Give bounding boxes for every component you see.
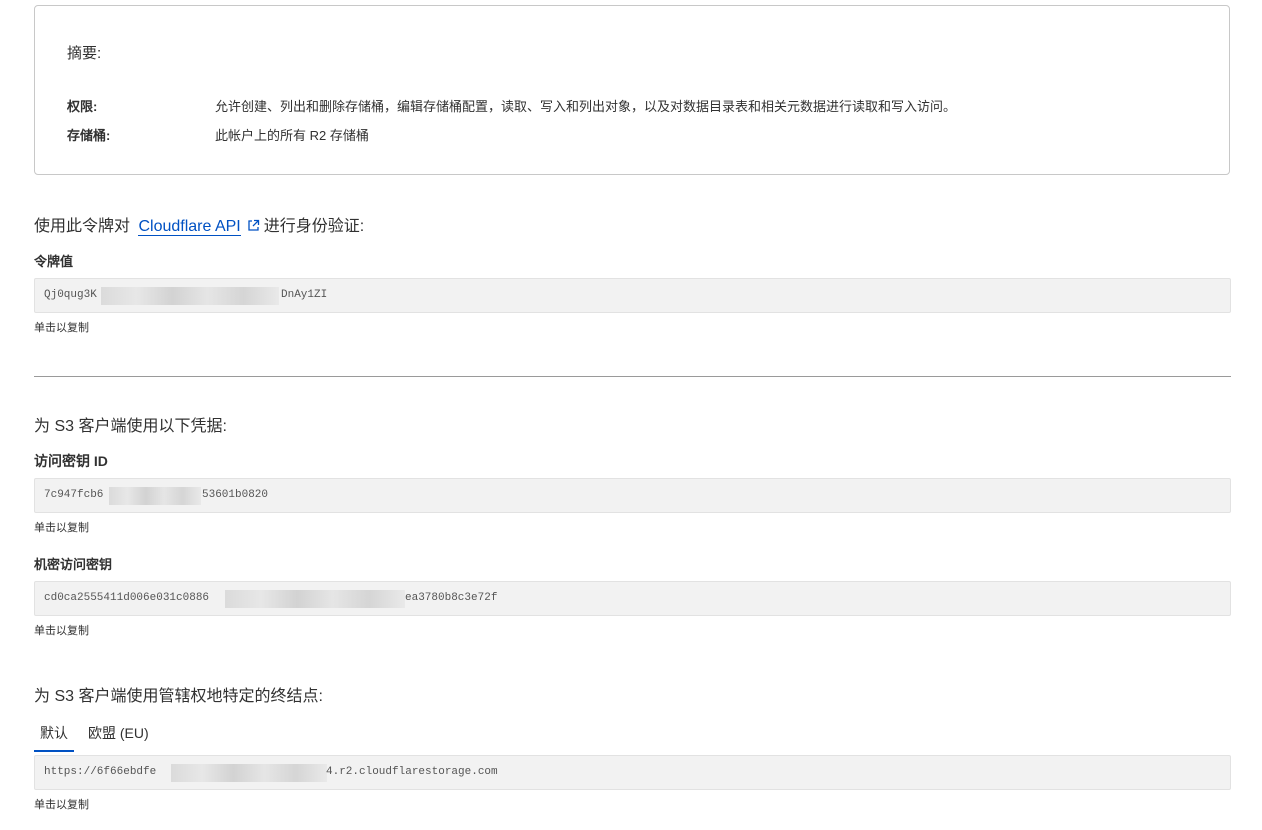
summary-card: 摘要: 权限: 允许创建、列出和删除存储桶，编辑存储桶配置，读取、写入和列出对象… — [34, 5, 1230, 175]
redaction-mask — [101, 287, 279, 305]
api-heading-prefix: 使用此令牌对 — [34, 218, 130, 235]
summary-row-buckets: 存储桶: 此帐户上的所有 R2 存储桶 — [67, 125, 369, 144]
token-value-field[interactable]: Qj0qug3K DnAy1ZI — [34, 278, 1231, 313]
endpoint-url-end: 4.r2.cloudflarestorage.com — [326, 766, 498, 778]
summary-title: 摘要: — [67, 42, 101, 63]
summary-row-permissions: 权限: 允许创建、列出和删除存储桶，编辑存储桶配置，读取、写入和列出对象，以及对… — [67, 96, 956, 115]
buckets-label: 存储桶: — [67, 125, 215, 144]
redaction-mask — [171, 764, 327, 782]
endpoint-heading: 为 S3 客户端使用管辖权地特定的终结点: — [34, 682, 323, 706]
tab-default[interactable]: 默认 — [34, 720, 74, 752]
tab-eu[interactable]: 欧盟 (EU) — [82, 720, 155, 752]
secret-access-key-field[interactable]: cd0ca2555411d006e031c0886 ea3780b8c3e72f — [34, 581, 1231, 616]
token-value-end: DnAy1ZI — [281, 289, 327, 301]
access-key-id-end: 53601b0820 — [202, 489, 268, 501]
secret-access-key-end: ea3780b8c3e72f — [405, 592, 497, 604]
cloudflare-api-link[interactable]: Cloudflare API — [138, 218, 240, 236]
endpoint-url-start: https://6f66ebdfe — [44, 766, 156, 778]
secret-access-key-start: cd0ca2555411d006e031c0886 — [44, 592, 209, 604]
redaction-mask — [109, 487, 201, 505]
section-divider — [34, 376, 1231, 377]
secret-access-key-label: 机密访问密钥 — [34, 554, 112, 573]
token-copy-hint[interactable]: 单击以复制 — [34, 319, 89, 335]
access-key-id-label: 访问密钥 ID — [34, 451, 108, 471]
permissions-value: 允许创建、列出和删除存储桶，编辑存储桶配置，读取、写入和列出对象，以及对数据目录… — [215, 96, 956, 115]
endpoint-copy-hint[interactable]: 单击以复制 — [34, 796, 89, 812]
permissions-label: 权限: — [67, 96, 215, 115]
redaction-mask — [225, 590, 405, 608]
api-auth-heading: 使用此令牌对 Cloudflare API 进行身份验证: — [34, 212, 364, 237]
jurisdiction-tabs: 默认 欧盟 (EU) — [34, 720, 163, 752]
access-key-id-field[interactable]: 7c947fcb6 53601b0820 — [34, 478, 1231, 513]
token-value-start: Qj0qug3K — [44, 289, 97, 301]
token-value-label: 令牌值 — [34, 251, 73, 270]
buckets-value: 此帐户上的所有 R2 存储桶 — [215, 125, 369, 144]
endpoint-url-field[interactable]: https://6f66ebdfe 4.r2.cloudflarestorage… — [34, 755, 1231, 790]
access-key-copy-hint[interactable]: 单击以复制 — [34, 519, 89, 535]
s3-credentials-heading: 为 S3 客户端使用以下凭据: — [34, 412, 227, 436]
external-link-icon[interactable] — [247, 219, 260, 237]
api-token-created-page: 摘要: 权限: 允许创建、列出和删除存储桶，编辑存储桶配置，读取、写入和列出对象… — [0, 0, 1262, 830]
access-key-id-start: 7c947fcb6 — [44, 489, 103, 501]
secret-key-copy-hint[interactable]: 单击以复制 — [34, 622, 89, 638]
api-heading-suffix: 进行身份验证: — [264, 218, 364, 235]
